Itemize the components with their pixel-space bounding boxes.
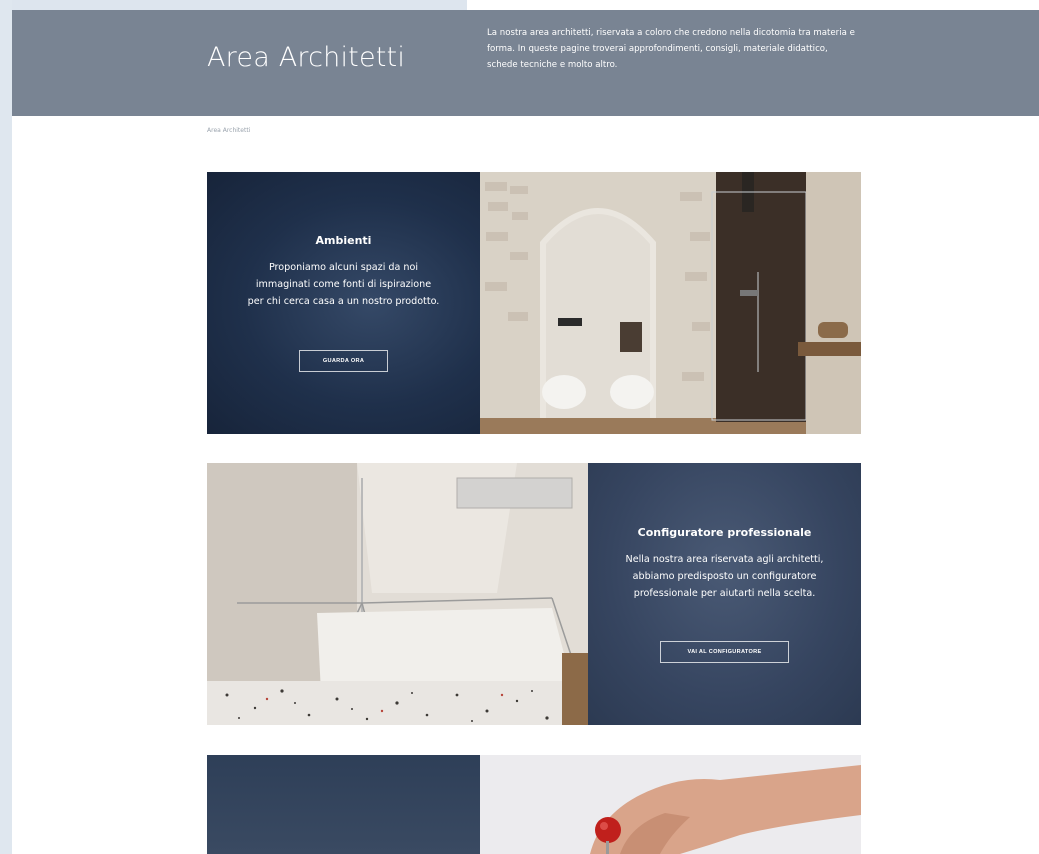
hero-banner: Area Architetti La nostra area architett…: [12, 10, 1039, 116]
shower-photo-illustration: [207, 463, 588, 725]
card-configuratore-panel: Configuratore professionale Nella nostra…: [588, 463, 861, 725]
card-configuratore: Configuratore professionale Nella nostra…: [207, 463, 861, 725]
card-third: [207, 755, 861, 854]
card-configuratore-text: Nella nostra area riservata agli archite…: [625, 554, 824, 599]
guarda-ora-button[interactable]: GUARDA ORA: [299, 350, 388, 372]
vai-al-configuratore-button[interactable]: VAI AL CONFIGURATORE: [660, 641, 789, 663]
card-ambienti-panel: Ambienti Proponiamo alcuni spazi da noi …: [207, 172, 480, 434]
hand-pushpin-photo: [480, 755, 861, 854]
page: Area Architetti La nostra area architett…: [12, 0, 1039, 854]
hand-pushpin-illustration: [480, 755, 861, 854]
shower-enclosure-photo: [207, 463, 588, 725]
hero-description: La nostra area architetti, riservata a c…: [487, 28, 855, 70]
breadcrumb-current: Area Architetti: [207, 127, 251, 134]
card-ambienti: Ambienti Proponiamo alcuni spazi da noi …: [207, 172, 861, 434]
page-title: Area Architetti: [207, 42, 406, 73]
card-configuratore-title: Configuratore professionale: [637, 526, 812, 539]
breadcrumb: Area Architetti: [207, 127, 250, 134]
card-ambienti-title: Ambienti: [315, 234, 372, 247]
bathroom-photo-illustration: [480, 172, 861, 434]
card-ambienti-text: Proponiamo alcuni spazi da noi immaginat…: [247, 262, 440, 307]
bathroom-interior-photo: [480, 172, 861, 434]
card-third-panel: [207, 755, 480, 854]
top-strip: [12, 0, 467, 10]
